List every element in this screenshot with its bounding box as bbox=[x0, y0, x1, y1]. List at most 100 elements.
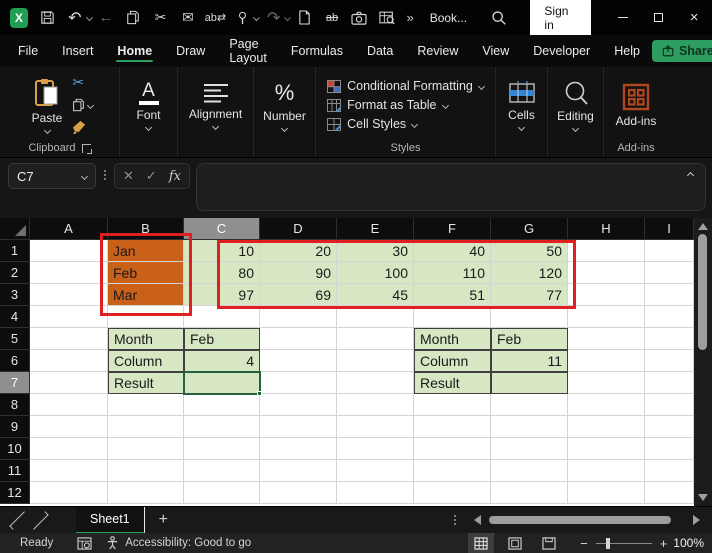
cell-B12[interactable] bbox=[108, 482, 184, 504]
cell-B8[interactable] bbox=[108, 394, 184, 416]
conditional-formatting-button[interactable]: Conditional Formatting bbox=[327, 79, 484, 93]
column-header-H[interactable]: H bbox=[568, 218, 645, 240]
scroll-right-icon[interactable] bbox=[693, 515, 700, 525]
cell-F5[interactable]: Month bbox=[414, 328, 491, 350]
cell-B5[interactable]: Month bbox=[108, 328, 184, 350]
horizontal-scroll-thumb[interactable] bbox=[489, 516, 671, 524]
cell-E11[interactable] bbox=[337, 460, 414, 482]
cell-H11[interactable] bbox=[568, 460, 645, 482]
row-header-9[interactable]: 9 bbox=[0, 416, 30, 438]
tab-view[interactable]: View bbox=[470, 36, 521, 66]
cell-A9[interactable] bbox=[30, 416, 108, 438]
cell-A6[interactable] bbox=[30, 350, 108, 372]
cell-H1[interactable] bbox=[568, 240, 645, 262]
cancel-entry-icon[interactable]: ✕ bbox=[123, 169, 134, 184]
insert-function-icon[interactable]: fx bbox=[169, 169, 181, 184]
cell-E10[interactable] bbox=[337, 438, 414, 460]
cell-G12[interactable] bbox=[491, 482, 568, 504]
row-header-12[interactable]: 12 bbox=[0, 482, 30, 504]
row-header-4[interactable]: 4 bbox=[0, 306, 30, 328]
cell-C11[interactable] bbox=[184, 460, 260, 482]
cell-G4[interactable] bbox=[491, 306, 568, 328]
cell-G2[interactable]: 120 bbox=[491, 262, 568, 284]
cell-styles-button[interactable]: Cell Styles bbox=[327, 117, 484, 131]
cell-G7[interactable] bbox=[491, 372, 568, 394]
cell-F10[interactable] bbox=[414, 438, 491, 460]
cell-F2[interactable]: 110 bbox=[414, 262, 491, 284]
page-layout-view-button[interactable] bbox=[502, 533, 528, 553]
zoom-in-button[interactable]: + bbox=[660, 536, 668, 551]
cell-H8[interactable] bbox=[568, 394, 645, 416]
cell-I12[interactable] bbox=[645, 482, 694, 504]
row-header-5[interactable]: 5 bbox=[0, 328, 30, 350]
next-sheet-icon[interactable] bbox=[30, 511, 48, 529]
cell-C9[interactable] bbox=[184, 416, 260, 438]
cell-C7[interactable] bbox=[184, 372, 260, 394]
cell-I2[interactable] bbox=[645, 262, 694, 284]
number-button[interactable]: % Number bbox=[257, 78, 312, 133]
cell-E6[interactable] bbox=[337, 350, 414, 372]
cell-D3[interactable]: 69 bbox=[260, 284, 337, 306]
cell-C5[interactable]: Feb bbox=[184, 328, 260, 350]
normal-view-button[interactable] bbox=[468, 533, 494, 553]
cell-F4[interactable] bbox=[414, 306, 491, 328]
cell-E8[interactable] bbox=[337, 394, 414, 416]
macro-record-icon[interactable] bbox=[77, 537, 92, 550]
scroll-down-icon[interactable] bbox=[698, 494, 708, 501]
column-header-G[interactable]: G bbox=[491, 218, 568, 240]
minimize-button[interactable] bbox=[605, 0, 641, 35]
cells-button[interactable]: Cells bbox=[502, 79, 542, 132]
row-header-1[interactable]: 1 bbox=[0, 240, 30, 262]
cell-H7[interactable] bbox=[568, 372, 645, 394]
select-all-corner[interactable] bbox=[0, 218, 30, 240]
cell-F8[interactable] bbox=[414, 394, 491, 416]
vertical-scrollbar[interactable] bbox=[694, 218, 712, 506]
cell-C10[interactable] bbox=[184, 438, 260, 460]
cell-D2[interactable]: 90 bbox=[260, 262, 337, 284]
cell-I1[interactable] bbox=[645, 240, 694, 262]
cell-A4[interactable] bbox=[30, 306, 108, 328]
share-button[interactable]: Share bbox=[652, 40, 712, 62]
editing-button[interactable]: Editing bbox=[551, 78, 600, 133]
column-header-I[interactable]: I bbox=[645, 218, 694, 240]
format-painter-button[interactable] bbox=[72, 118, 93, 136]
formula-input[interactable] bbox=[196, 163, 706, 211]
tab-data[interactable]: Data bbox=[355, 36, 405, 66]
cell-E5[interactable] bbox=[337, 328, 414, 350]
cell-G6[interactable]: 11 bbox=[491, 350, 568, 372]
cell-A2[interactable] bbox=[30, 262, 108, 284]
cell-D12[interactable] bbox=[260, 482, 337, 504]
cell-H6[interactable] bbox=[568, 350, 645, 372]
row-header-6[interactable]: 6 bbox=[0, 350, 30, 372]
tab-formulas[interactable]: Formulas bbox=[279, 36, 355, 66]
sign-in-button[interactable]: Sign in bbox=[530, 0, 591, 37]
formula-bar-handle[interactable] bbox=[102, 163, 108, 187]
cell-E9[interactable] bbox=[337, 416, 414, 438]
toolbar-overflow-icon[interactable]: » bbox=[406, 10, 413, 25]
cell-A5[interactable] bbox=[30, 328, 108, 350]
tab-insert[interactable]: Insert bbox=[50, 36, 105, 66]
cell-E12[interactable] bbox=[337, 482, 414, 504]
scroll-up-icon[interactable] bbox=[698, 223, 708, 230]
document-name[interactable]: Book... bbox=[430, 11, 467, 25]
clipboard-dialog-launcher-icon[interactable] bbox=[82, 144, 91, 153]
save-icon[interactable] bbox=[37, 6, 58, 30]
collapse-formula-bar-icon[interactable] bbox=[687, 172, 694, 179]
column-header-E[interactable]: E bbox=[337, 218, 414, 240]
cell-I5[interactable] bbox=[645, 328, 694, 350]
cell-C1[interactable]: 10 bbox=[184, 240, 260, 262]
tab-home[interactable]: Home bbox=[105, 36, 164, 66]
new-sheet-button[interactable]: + bbox=[145, 511, 182, 529]
cell-A10[interactable] bbox=[30, 438, 108, 460]
tab-developer[interactable]: Developer bbox=[521, 36, 602, 66]
cell-I10[interactable] bbox=[645, 438, 694, 460]
cell-C12[interactable] bbox=[184, 482, 260, 504]
row-header-11[interactable]: 11 bbox=[0, 460, 30, 482]
cell-G9[interactable] bbox=[491, 416, 568, 438]
cell-G8[interactable] bbox=[491, 394, 568, 416]
name-box[interactable]: C7 bbox=[8, 163, 96, 189]
touch-mode-icon[interactable] bbox=[232, 6, 253, 30]
cell-D6[interactable] bbox=[260, 350, 337, 372]
row-header-10[interactable]: 10 bbox=[0, 438, 30, 460]
cell-B1[interactable]: Jan bbox=[108, 240, 184, 262]
